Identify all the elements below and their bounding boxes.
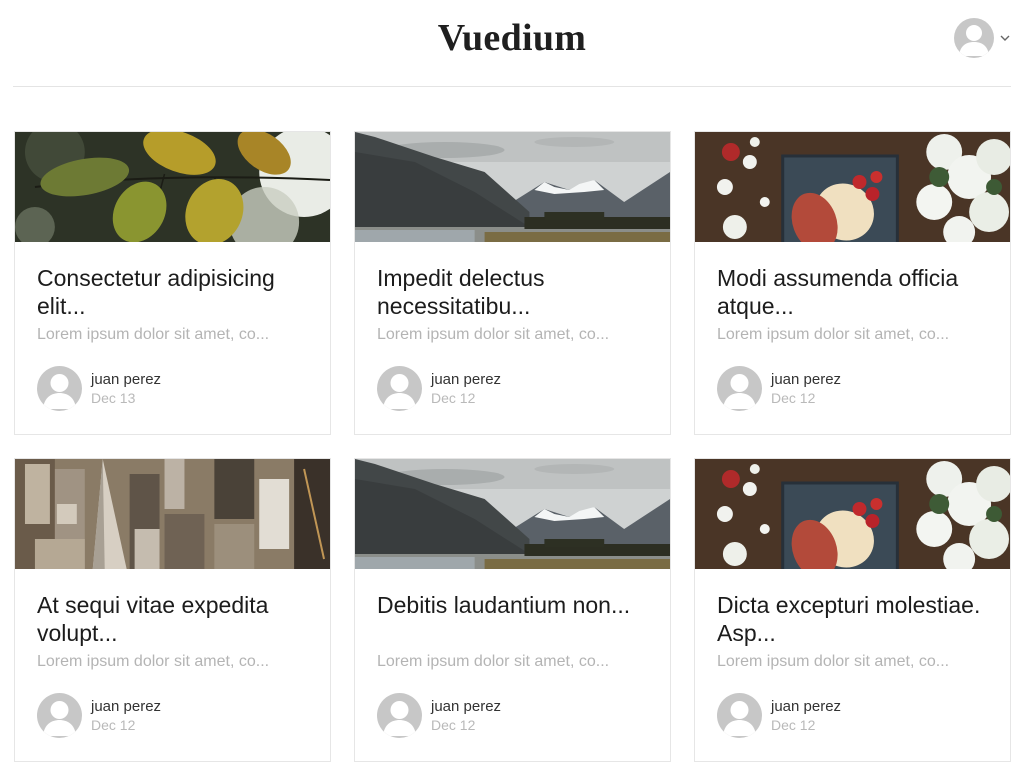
post-meta: juan perez Dec 12 <box>37 693 308 738</box>
author-name[interactable]: juan perez <box>91 371 161 389</box>
post-image[interactable] <box>15 459 330 569</box>
post-image[interactable] <box>695 459 1010 569</box>
site-logo[interactable]: Vuedium <box>13 16 1011 60</box>
post-excerpt: Lorem ipsum dolor sit amet, co... <box>377 326 610 343</box>
post-date: Dec 13 <box>91 389 136 406</box>
site-header: Vuedium <box>13 0 1011 87</box>
post-card[interactable]: Dicta excepturi molestiae. Asp... Lorem … <box>694 458 1011 762</box>
post-title[interactable]: Impedit delectus necessitatibu... <box>377 264 648 320</box>
post-title[interactable]: Dicta excepturi molestiae. Asp... <box>717 591 988 647</box>
post-excerpt: Lorem ipsum dolor sit amet, co... <box>37 326 270 343</box>
post-image[interactable] <box>15 132 330 242</box>
author-avatar-icon[interactable] <box>377 366 422 411</box>
author-name[interactable]: juan perez <box>771 371 841 389</box>
post-date: Dec 12 <box>431 716 476 733</box>
author-name[interactable]: juan perez <box>431 698 501 716</box>
post-date: Dec 12 <box>431 389 476 406</box>
post-meta: juan perez Dec 12 <box>377 693 648 738</box>
post-card[interactable]: Modi assumenda officia atque... Lorem ip… <box>694 131 1011 435</box>
post-meta: juan perez Dec 12 <box>377 366 648 411</box>
post-card[interactable]: Consectetur adipisicing elit... Lorem ip… <box>14 131 331 435</box>
author-avatar-icon[interactable] <box>717 693 762 738</box>
post-excerpt: Lorem ipsum dolor sit amet, co... <box>37 653 270 670</box>
author-name[interactable]: juan perez <box>91 698 161 716</box>
post-title[interactable]: Debitis laudantium non... <box>377 591 648 647</box>
post-card[interactable]: At sequi vitae expedita volupt... Lorem … <box>14 458 331 762</box>
post-excerpt: Lorem ipsum dolor sit amet, co... <box>717 326 950 343</box>
author-avatar-icon[interactable] <box>717 366 762 411</box>
author-avatar-icon[interactable] <box>37 366 82 411</box>
post-title[interactable]: Consectetur adipisicing elit... <box>37 264 308 320</box>
post-date: Dec 12 <box>771 389 816 406</box>
user-avatar-icon[interactable] <box>954 18 994 58</box>
post-excerpt: Lorem ipsum dolor sit amet, co... <box>717 653 950 670</box>
post-date: Dec 12 <box>91 716 136 733</box>
post-grid: Consectetur adipisicing elit... Lorem ip… <box>14 131 1011 762</box>
post-meta: juan perez Dec 13 <box>37 366 308 411</box>
author-name[interactable]: juan perez <box>771 698 841 716</box>
user-menu[interactable] <box>954 18 1011 58</box>
post-meta: juan perez Dec 12 <box>717 693 988 738</box>
author-avatar-icon[interactable] <box>37 693 82 738</box>
post-excerpt: Lorem ipsum dolor sit amet, co... <box>377 653 610 670</box>
post-card[interactable]: Debitis laudantium non... Lorem ipsum do… <box>354 458 671 762</box>
author-avatar-icon[interactable] <box>377 693 422 738</box>
post-image[interactable] <box>355 459 670 569</box>
post-card[interactable]: Impedit delectus necessitatibu... Lorem … <box>354 131 671 435</box>
post-title[interactable]: Modi assumenda officia atque... <box>717 264 988 320</box>
post-date: Dec 12 <box>771 716 816 733</box>
author-name[interactable]: juan perez <box>431 371 501 389</box>
chevron-down-icon[interactable] <box>999 32 1011 44</box>
post-meta: juan perez Dec 12 <box>717 366 988 411</box>
post-title[interactable]: At sequi vitae expedita volupt... <box>37 591 308 647</box>
post-image[interactable] <box>695 132 1010 242</box>
post-image[interactable] <box>355 132 670 242</box>
